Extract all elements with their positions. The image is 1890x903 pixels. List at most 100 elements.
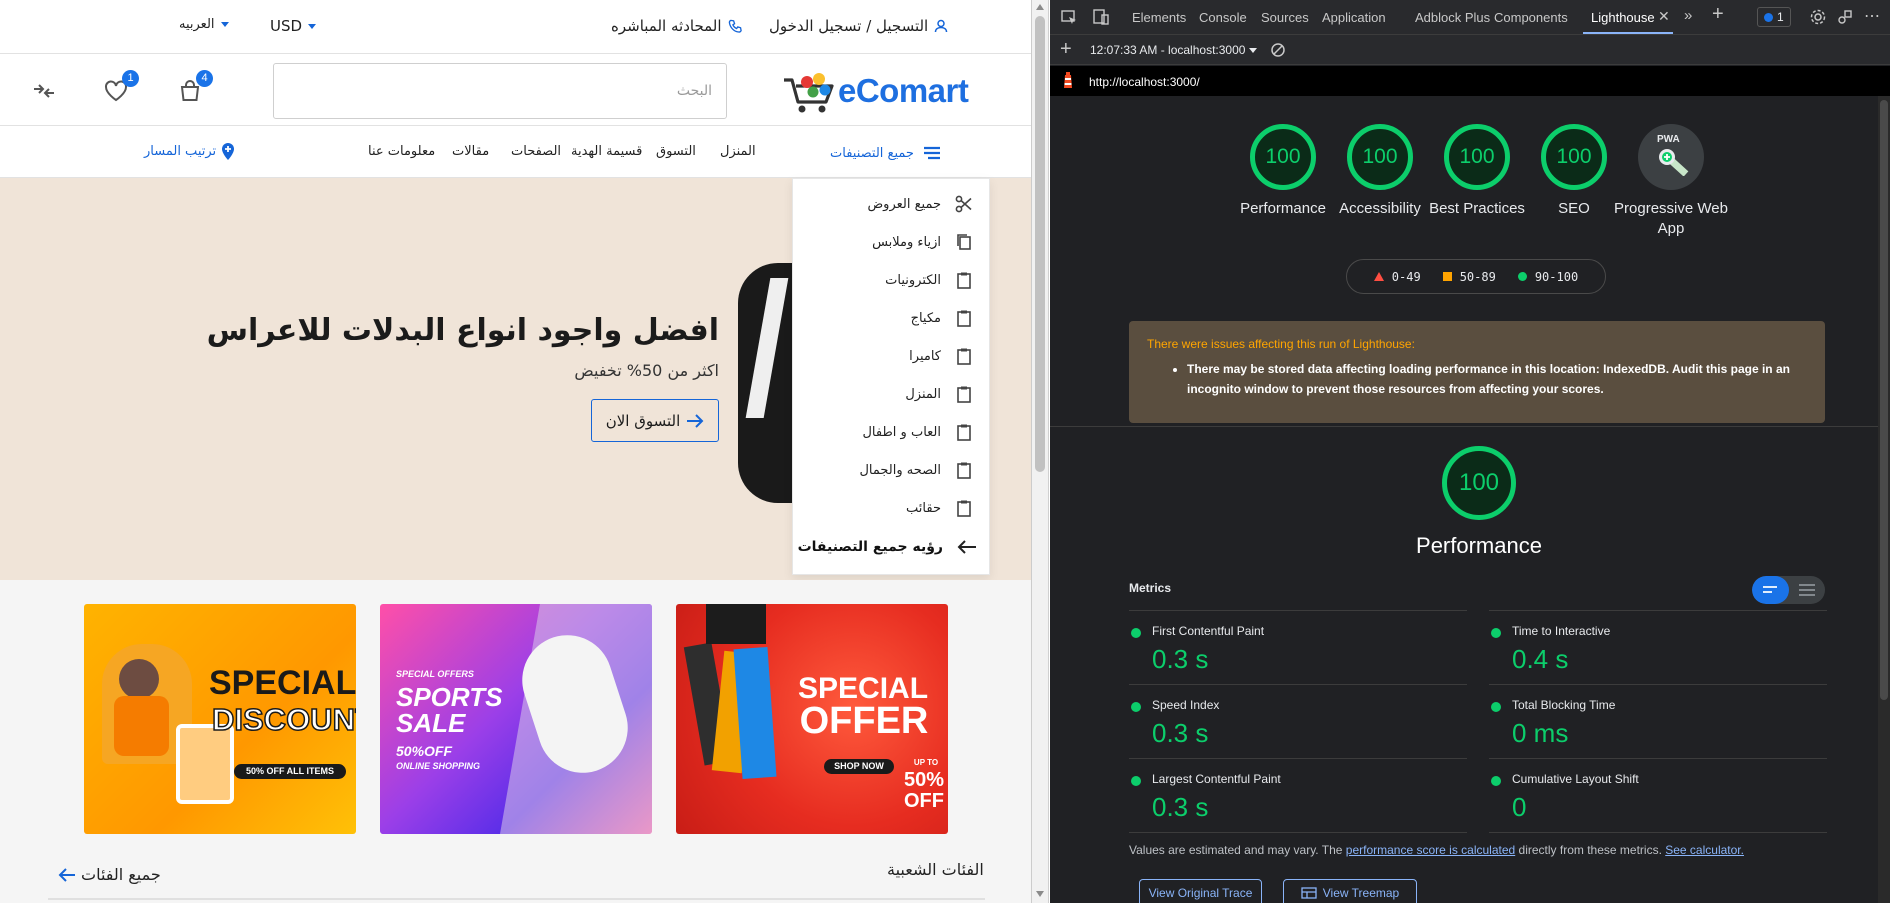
metric-name: Total Blocking Time: [1512, 698, 1616, 712]
all-categories-link-label: جميع الفئات: [81, 865, 161, 884]
nav-item-about[interactable]: معلومات عنا: [368, 144, 435, 159]
category-item-electronics[interactable]: الكترونيات: [793, 261, 991, 299]
legend-fail-range: 0-49: [1391, 269, 1421, 284]
promo-banner-offer[interactable]: SPECIAL OFFER SHOP NOW UP TO 50% OFF: [676, 604, 948, 834]
nav-item-shop[interactable]: التسوق: [656, 144, 696, 159]
site-logo[interactable]: eComart: [782, 62, 977, 118]
metrics-view-toggle[interactable]: [1752, 576, 1825, 604]
top-bar: التسجيل / تسجيل الدخول المحادثه المباشره…: [0, 0, 1031, 54]
compare-button[interactable]: [31, 78, 57, 104]
score-gauge-seo[interactable]: 100: [1541, 124, 1607, 190]
pass-circle-icon: [1491, 628, 1501, 638]
add-tab-icon[interactable]: +: [1712, 3, 1724, 26]
tab-console[interactable]: Console: [1199, 10, 1247, 25]
shop-now-label: التسوق الان: [605, 411, 681, 430]
expanded-view-icon[interactable]: [1798, 583, 1816, 597]
view-original-trace-button[interactable]: View Original Trace: [1139, 879, 1262, 903]
close-tab-icon[interactable]: ✕: [1658, 8, 1670, 25]
currency-selector[interactable]: USD: [270, 17, 317, 35]
arrow-right-icon: [687, 413, 704, 428]
arrow-left-icon: [58, 867, 75, 882]
category-item-makeup[interactable]: مكياج: [793, 299, 991, 337]
live-chat-link[interactable]: المحادثه المباشره: [611, 17, 743, 35]
metrics-divider: [1489, 832, 1827, 833]
gear-icon[interactable]: [1809, 8, 1827, 26]
score-gauge-performance[interactable]: 100: [1250, 124, 1316, 190]
device-toolbar-icon[interactable]: [1092, 8, 1110, 26]
search-input[interactable]: [274, 64, 726, 118]
category-label: كاميرا: [909, 348, 941, 364]
view-all-categories-link[interactable]: رؤيه جميع التصنيفات: [793, 528, 991, 566]
category-item-bags[interactable]: حقائب: [793, 489, 991, 527]
score-value: 100: [1362, 145, 1398, 168]
register-link[interactable]: التسجيل / تسجيل الدخول: [769, 17, 948, 35]
issues-counter[interactable]: 1: [1757, 7, 1791, 27]
cart-logo-icon: [784, 73, 834, 113]
see-calculator-link[interactable]: See calculator.: [1665, 843, 1744, 857]
new-report-icon[interactable]: +: [1060, 38, 1072, 61]
nav-item-home[interactable]: المنزل: [720, 144, 756, 159]
pwa-badge-text: PWA: [1657, 134, 1680, 145]
report-scrollbar[interactable]: [1878, 96, 1890, 903]
tab-lighthouse[interactable]: Lighthouse: [1591, 10, 1655, 25]
category-label: ازياء وملابس: [872, 234, 941, 250]
scrollbar-thumb[interactable]: [1035, 16, 1045, 472]
tab-sources[interactable]: Sources: [1261, 10, 1309, 25]
scroll-down-arrow[interactable]: [1036, 891, 1044, 897]
scroll-up-arrow[interactable]: [1036, 4, 1044, 10]
clear-icon[interactable]: [1270, 42, 1286, 58]
square-icon: [1442, 272, 1452, 281]
lighthouse-toolbar: + 12:07:33 AM - localhost:3000: [1050, 35, 1890, 65]
shop-now-button[interactable]: التسوق الان: [591, 399, 719, 442]
score-gauge-best-practices[interactable]: 100: [1444, 124, 1510, 190]
all-categories-link[interactable]: جميع الفئات: [58, 865, 161, 884]
pwa-plus-icon: [1659, 149, 1689, 176]
report-selector[interactable]: 12:07:33 AM - localhost:3000: [1084, 40, 1263, 60]
nav-item-articles[interactable]: مقالات: [452, 144, 489, 159]
category-item-home[interactable]: المنزل: [793, 375, 991, 413]
nav-item-gift-card[interactable]: قسيمة الهدية: [571, 144, 642, 159]
offer-line3: SHOP NOW: [824, 759, 894, 774]
user-icon: [934, 19, 948, 33]
inspect-element-icon[interactable]: [1060, 8, 1078, 26]
nav-item-pages[interactable]: الصفحات: [511, 144, 561, 159]
category-item-health-beauty[interactable]: الصحه والجمال: [793, 451, 991, 489]
track-order-link[interactable]: ترتيب المسار: [144, 141, 236, 161]
more-options-icon[interactable]: ⋯: [1864, 6, 1880, 26]
customize-icon[interactable]: [1836, 8, 1854, 26]
language-selector[interactable]: العربيه: [179, 17, 229, 32]
tab-adblock-plus[interactable]: Adblock Plus: [1415, 10, 1490, 25]
scrollbar-thumb[interactable]: [1880, 100, 1888, 700]
pwa-badge[interactable]: PWA: [1638, 124, 1704, 190]
metric-largest-contentful-paint: Largest Contentful Paint 0.3 s: [1129, 758, 1467, 832]
clipboard-icon: [957, 272, 971, 289]
lighthouse-report: 100 Performance 100 Accessibility 100 Be…: [1050, 96, 1878, 903]
tab-components[interactable]: Components: [1494, 10, 1568, 25]
category-item-all-offers[interactable]: جميع العروض: [793, 185, 991, 223]
sports-line4: ONLINE SHOPPING: [396, 761, 481, 771]
score-gauge-accessibility[interactable]: 100: [1347, 124, 1413, 190]
all-categories-button[interactable]: جميع التصنيفات: [830, 142, 942, 164]
promo-banner-sports[interactable]: SPECIAL OFFERS SPORTS SALE 50%OFF ONLINE…: [380, 604, 652, 834]
tab-application[interactable]: Application: [1322, 10, 1386, 25]
more-tabs-icon[interactable]: »: [1684, 7, 1692, 24]
offer-line5: 50%: [903, 769, 945, 791]
metric-value: 0 ms: [1512, 718, 1569, 748]
cart-button[interactable]: 4: [177, 70, 213, 104]
clipboard-icon: [957, 310, 971, 327]
wishlist-button[interactable]: 1: [103, 70, 139, 104]
compare-arrows-icon: [34, 84, 54, 98]
promo-banner-discount[interactable]: SPECIAL DISCOUNT! 50% OFF ALL ITEMS: [84, 604, 356, 834]
search-box[interactable]: [273, 63, 727, 119]
page-scrollbar[interactable]: [1032, 0, 1049, 903]
clipboard-icon: [957, 386, 971, 403]
category-item-fashion[interactable]: ازياء وملابس: [793, 223, 991, 261]
metric-name: First Contentful Paint: [1152, 624, 1265, 638]
view-treemap-button[interactable]: View Treemap: [1283, 879, 1417, 903]
offer-line2: OFFER: [799, 700, 929, 742]
score-calculated-link[interactable]: performance score is calculated: [1346, 843, 1515, 857]
tab-elements[interactable]: Elements: [1132, 10, 1186, 25]
category-item-toys[interactable]: العاب و اطفال: [793, 413, 991, 451]
category-item-camera[interactable]: كاميرا: [793, 337, 991, 375]
category-label: المنزل: [905, 386, 941, 402]
